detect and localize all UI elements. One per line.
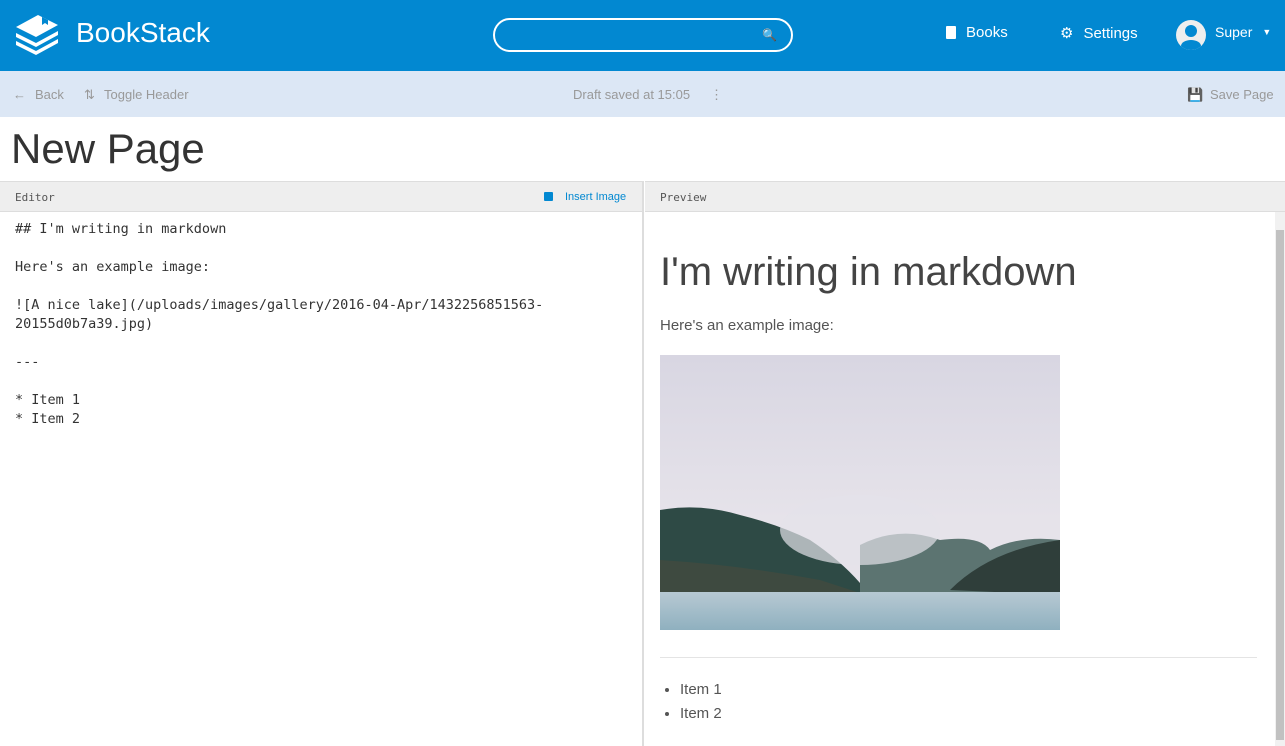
top-header: BookStack 🔍 Books ⚙ Settings Super ▼ (0, 0, 1285, 71)
more-options-icon[interactable]: ⋮ (710, 87, 723, 103)
page-title-input[interactable]: New Page (11, 125, 205, 173)
toggle-icon[interactable]: ⇅ (84, 87, 95, 103)
nav-books-label: Books (966, 24, 1008, 41)
search-icon[interactable]: 🔍 (762, 28, 777, 42)
preview-label: Preview (660, 191, 707, 204)
draft-status: Draft saved at 15:05 (573, 87, 691, 102)
book-icon (946, 26, 956, 39)
user-menu[interactable]: Super ▼ (1215, 24, 1271, 40)
preview-scrollbar[interactable] (1275, 212, 1285, 746)
preview-paragraph: Here's an example image: (660, 317, 834, 334)
save-icon[interactable]: 💾 (1187, 87, 1203, 103)
nav-settings-label: Settings (1083, 24, 1138, 42)
nav-books[interactable]: Books (946, 24, 1008, 41)
nav-settings[interactable]: ⚙ Settings (1060, 24, 1138, 43)
caret-down-icon: ▼ (1262, 27, 1272, 37)
list-item: Item 2 (680, 702, 1260, 726)
preview-pane: I'm writing in markdown Here's an exampl… (645, 212, 1275, 746)
preview-header: Preview (645, 181, 1285, 212)
editor-label: Editor (15, 191, 55, 204)
list-item: Item 1 (680, 678, 1260, 702)
editor-header: Editor Insert Image (0, 181, 644, 212)
lake-image (660, 355, 1060, 630)
toggle-header-button[interactable]: Toggle Header (104, 87, 189, 102)
image-icon[interactable] (544, 192, 553, 201)
preview-list: Item 1 Item 2 (680, 678, 1260, 726)
arrow-left-icon[interactable]: ← (13, 87, 26, 102)
markdown-editor[interactable]: ## I'm writing in markdown Here's an exa… (0, 212, 644, 746)
insert-image-button[interactable]: Insert Image (565, 191, 626, 203)
brand-name[interactable]: BookStack (76, 17, 210, 49)
back-button[interactable]: Back (35, 87, 64, 102)
bookstack-logo-icon[interactable] (14, 13, 62, 55)
user-name: Super (1215, 24, 1253, 40)
save-page-button[interactable]: Save Page (1210, 87, 1274, 102)
search-input[interactable]: 🔍 (493, 18, 793, 52)
horizontal-rule (660, 657, 1257, 658)
avatar[interactable] (1176, 20, 1206, 50)
gear-icon: ⚙ (1060, 25, 1074, 42)
preview-heading: I'm writing in markdown (660, 250, 1077, 294)
scrollbar-thumb[interactable] (1276, 230, 1284, 740)
editor-toolbar: ← Back ⇅ Toggle Header Draft saved at 15… (0, 71, 1285, 117)
